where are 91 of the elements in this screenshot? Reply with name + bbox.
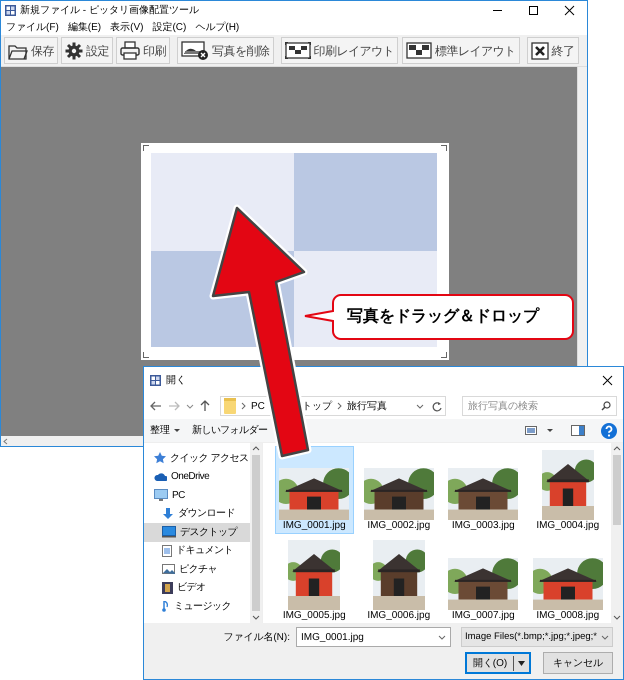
file-item[interactable]: IMG_0007.jpg: [444, 536, 522, 624]
dropdown-icon[interactable]: [416, 404, 424, 408]
monitor-icon: [154, 489, 168, 502]
close-icon[interactable]: [602, 374, 613, 386]
scroll-left-icon[interactable]: [3, 438, 8, 444]
caret-icon[interactable]: [547, 429, 553, 432]
refresh-icon[interactable]: [432, 400, 442, 412]
file-item[interactable]: IMG_0004.jpg: [528, 446, 607, 534]
desktop-icon: [162, 526, 176, 538]
file-item[interactable]: IMG_0006.jpg: [360, 536, 438, 624]
chevron-icon: [241, 402, 246, 410]
cloud-icon: [154, 472, 167, 482]
caret-icon: [518, 660, 525, 666]
scroll-down-icon[interactable]: [252, 615, 260, 620]
toolbar-button[interactable]: 印刷レイアウト: [280, 37, 398, 64]
music-note-icon: [162, 600, 170, 612]
help-icon[interactable]: [601, 422, 617, 438]
dropdown-icon: [601, 634, 609, 640]
toolbar-button[interactable]: 印刷: [116, 37, 170, 64]
dropdown-icon[interactable]: [186, 404, 194, 408]
menu-item[interactable]: ファイル(F): [6, 20, 59, 35]
scroll-up-icon[interactable]: [613, 446, 621, 451]
new-folder-button[interactable]: 新しいフォルダー: [192, 423, 268, 438]
dialog-title: 開く: [166, 374, 186, 388]
dropdown-icon: [438, 634, 446, 640]
layout-icon: [406, 42, 432, 59]
organize-menu[interactable]: 整理: [150, 423, 180, 438]
sidebar-item[interactable]: ダウンロード: [144, 504, 250, 523]
close-icon: [530, 42, 548, 60]
callout-text: 写真をドラッグ＆ドロップ: [347, 306, 539, 327]
menu-item[interactable]: 編集(E): [68, 20, 102, 35]
sidebar-item[interactable]: PC: [144, 486, 250, 504]
close-icon[interactable]: [564, 5, 574, 16]
document-icon: [162, 544, 172, 557]
sidebar-item[interactable]: クイック アクセス: [144, 449, 250, 468]
crop-mark-icon: [143, 145, 149, 151]
breadcrumb-item[interactable]: PC: [251, 398, 265, 414]
up-icon[interactable]: [200, 400, 210, 412]
printer-icon: [120, 41, 140, 60]
toolbar-button[interactable]: 設定: [61, 37, 113, 64]
gear-icon: [65, 42, 83, 60]
toolbar-button[interactable]: 保存: [4, 37, 58, 64]
file-item[interactable]: IMG_0001.jpg: [275, 446, 354, 534]
sidebar-item[interactable]: ピクチャ: [144, 560, 250, 578]
toolbar-button[interactable]: 写真を削除: [177, 37, 274, 64]
preview-pane-icon[interactable]: [571, 425, 585, 436]
menu-item[interactable]: 設定(C): [152, 20, 186, 35]
back-icon[interactable]: [150, 401, 162, 411]
film-icon: [162, 582, 173, 594]
breadcrumb-item[interactable]: トップ: [302, 398, 332, 414]
scroll-up-icon[interactable]: [252, 446, 260, 451]
sidebar-item[interactable]: ドキュメント: [144, 542, 250, 560]
sidebar-item[interactable]: ビデオ: [144, 578, 250, 597]
scroll-thumb[interactable]: [252, 455, 260, 611]
toolbar-button[interactable]: 終了: [526, 37, 578, 64]
file-name-label: ファイル名(N):: [223, 630, 290, 644]
menu-item[interactable]: 表示(V): [110, 20, 144, 35]
crop-mark-icon: [143, 352, 149, 358]
window-title: 新規ファイル - ピッタリ画像配置ツール: [20, 4, 199, 18]
open-button[interactable]: 開く(O): [465, 652, 531, 674]
file-name-field[interactable]: IMG_0001.jpg: [296, 627, 451, 647]
file-item[interactable]: IMG_0002.jpg: [360, 446, 438, 534]
file-item[interactable]: IMG_0005.jpg: [275, 536, 354, 624]
maximize-icon[interactable]: [528, 5, 538, 16]
file-item[interactable]: IMG_0003.jpg: [444, 446, 522, 534]
crop-mark-icon: [441, 145, 447, 151]
app-icon: [150, 374, 161, 386]
file-item[interactable]: IMG_0008.jpg: [528, 536, 607, 624]
app-icon: [5, 5, 16, 16]
crop-mark-icon: [441, 352, 447, 358]
cancel-button[interactable]: キャンセル: [543, 652, 613, 674]
chevron-icon: [336, 402, 342, 410]
view-icon[interactable]: [525, 426, 537, 435]
layout-icon: [284, 42, 310, 59]
star-icon: [154, 452, 166, 464]
sidebar-item[interactable]: OneDrive: [144, 468, 250, 486]
toolbar-button[interactable]: 標準レイアウト: [402, 37, 520, 64]
sidebar-item[interactable]: ミュージック: [144, 597, 250, 616]
photo-delete-icon: [181, 40, 209, 61]
scroll-thumb[interactable]: [613, 455, 621, 525]
download-icon: [162, 508, 174, 520]
folder-icon: [224, 398, 236, 414]
breadcrumb-item[interactable]: 旅行写真: [346, 398, 387, 414]
search-field[interactable]: 旅行写真の検索: [462, 396, 617, 416]
caret-icon: [174, 429, 180, 432]
scroll-down-icon[interactable]: [613, 615, 621, 620]
picture-icon: [162, 564, 175, 574]
file-type-dropdown[interactable]: Image Files(*.bmp;*.jpg;*.jpeg;*: [461, 627, 613, 647]
sidebar-item[interactable]: デスクトップ: [144, 523, 250, 542]
menu-item[interactable]: ヘルプ(H): [195, 20, 240, 35]
search-icon: [601, 401, 611, 411]
